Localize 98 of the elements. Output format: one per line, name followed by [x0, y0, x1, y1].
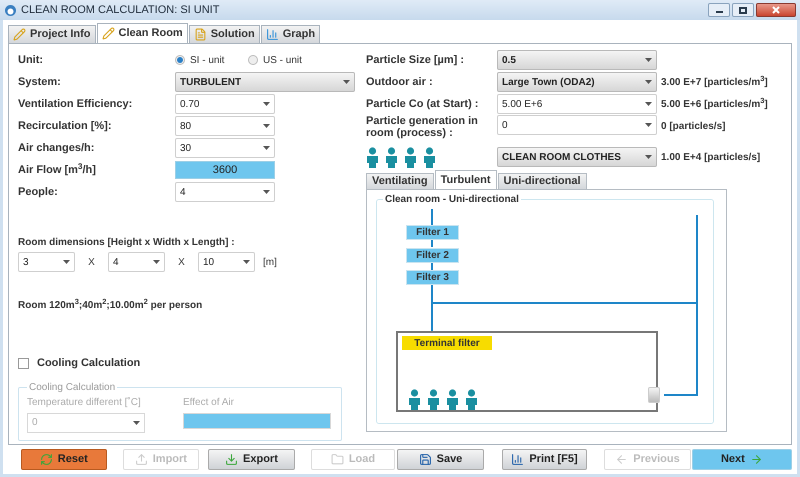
person-icon [404, 146, 417, 168]
air-flow-field: 3600 [175, 161, 275, 179]
dropdown[interactable]: 0.70 [175, 94, 275, 114]
dropdown[interactable]: Large Town (ODA2) [497, 72, 657, 92]
person-icon [366, 146, 379, 168]
window-title: CLEAN ROOM CALCULATION: SI UNIT [21, 2, 220, 18]
reading: 0 [particles/s] [661, 120, 726, 134]
field-label: Unit: [18, 52, 44, 68]
close-icon [772, 6, 780, 14]
reading: 1.00 E+4 [particles/s] [661, 150, 760, 164]
save-icon [418, 453, 432, 466]
person-icon [385, 146, 398, 168]
person-icon [408, 389, 421, 410]
field-label: Recirculation [%]: [18, 118, 113, 134]
group-title: Cooling Calculation [28, 380, 116, 394]
person-icon [446, 389, 459, 410]
dropdown[interactable]: 3 [18, 252, 75, 272]
caret-icon [243, 260, 250, 264]
caret-icon [63, 260, 70, 264]
field-label: System: [18, 74, 62, 90]
group-title: Clean room - Uni-directional [384, 193, 520, 207]
footer-button[interactable]: Export [208, 449, 295, 470]
section-label: Room dimensions [Height x Width x Length] : [18, 236, 236, 250]
caret-icon [343, 80, 350, 84]
close-button[interactable] [756, 3, 796, 17]
unit-label: [m] [263, 256, 277, 270]
caret-icon [645, 80, 652, 84]
field-label: Particle generation in room (process) : [366, 115, 479, 139]
minimize-button[interactable] [708, 3, 730, 17]
field-label: Effect of Air [183, 396, 235, 410]
caret-icon [263, 190, 270, 194]
dropdown[interactable]: 30 [175, 138, 275, 158]
terminal-filter: Terminal filter [402, 336, 492, 350]
field-label: Particle Size [µm] : [366, 54, 466, 66]
app-icon [4, 4, 17, 16]
field-label: Particle Co (at Start) : [366, 98, 480, 110]
arrow-icon [615, 453, 628, 466]
footer-button[interactable]: Save [397, 449, 484, 470]
dropdown[interactable]: 0 [497, 115, 657, 135]
person-icon [423, 146, 436, 168]
reset-icon [40, 453, 53, 466]
field-label: Air Flow [m$^{3}$/h] [18, 162, 97, 178]
person-icon [465, 389, 478, 410]
caret-icon [263, 102, 270, 106]
person-icon [427, 389, 440, 410]
times-sign: X [87, 256, 96, 270]
dropdown[interactable]: TURBULENT [175, 72, 355, 92]
export-icon [225, 453, 238, 466]
maximize-button[interactable] [732, 3, 754, 17]
tab[interactable]: Turbulent [434, 170, 497, 189]
dropdown[interactable]: 4 [175, 182, 275, 202]
tab-icon [194, 28, 207, 41]
footer-button[interactable]: Next [692, 449, 792, 470]
cooling-checkbox[interactable]: Cooling Calculation [18, 355, 366, 372]
arrow-icon [750, 453, 763, 466]
caret-icon [133, 420, 140, 424]
caret-icon [263, 124, 270, 128]
tab-icon [266, 28, 279, 41]
reading: 5.00 E+6 [particles/m$^{3}$] [661, 96, 768, 112]
load-icon [330, 453, 344, 466]
tab-icon [13, 28, 26, 41]
tab[interactable]: Clean Room [96, 23, 188, 43]
reading: 3.00 E+7 [particles/m$^{3}$] [661, 74, 768, 90]
outlet-icon [648, 387, 660, 403]
field-label: Outdoor air : [366, 76, 434, 88]
dropdown[interactable]: 80 [175, 116, 275, 136]
radio-option[interactable]: US - unit [248, 52, 321, 68]
field-label: Ventilation Efficiency: [18, 96, 134, 112]
field-label: Temperature different [˚C] [27, 396, 142, 410]
filter-node: Filter 1 [406, 225, 459, 240]
tab[interactable]: Ventilating [366, 173, 434, 189]
tab[interactable]: Uni-directional [498, 173, 587, 189]
dropdown[interactable]: 5.00 E+6 [497, 94, 657, 114]
tab[interactable]: Project Info [8, 25, 96, 43]
tab[interactable]: Solution [188, 25, 260, 43]
dropdown[interactable]: 0.5 [497, 50, 657, 70]
tab-icon [102, 27, 115, 40]
print-icon [511, 453, 524, 466]
dropdown[interactable]: CLEAN ROOM CLOTHES [497, 147, 657, 167]
footer-button[interactable]: Reset [21, 449, 107, 470]
dropdown[interactable]: 4 [108, 252, 165, 272]
caret-icon [645, 102, 652, 106]
filter-node: Filter 3 [406, 270, 459, 285]
footer-button[interactable]: Print [F5] [502, 449, 588, 470]
field-label: Air changes/h: [18, 140, 96, 156]
tab[interactable]: Graph [260, 25, 320, 43]
caret-icon [153, 260, 160, 264]
field-label: People: [18, 184, 59, 200]
radio-option[interactable]: SI - unit [175, 52, 248, 68]
filter-node: Filter 2 [406, 248, 459, 262]
caret-icon [263, 146, 270, 150]
caret-icon [645, 155, 652, 159]
room-summary: Room 120m$^{3}$;40m$^{2}$;10.00m$^{2}$ per person [18, 298, 204, 313]
caret-icon [645, 123, 652, 127]
times-sign: X [177, 256, 186, 270]
import-icon [134, 453, 148, 466]
caret-icon [645, 58, 652, 62]
dropdown[interactable]: 10 [198, 252, 255, 272]
